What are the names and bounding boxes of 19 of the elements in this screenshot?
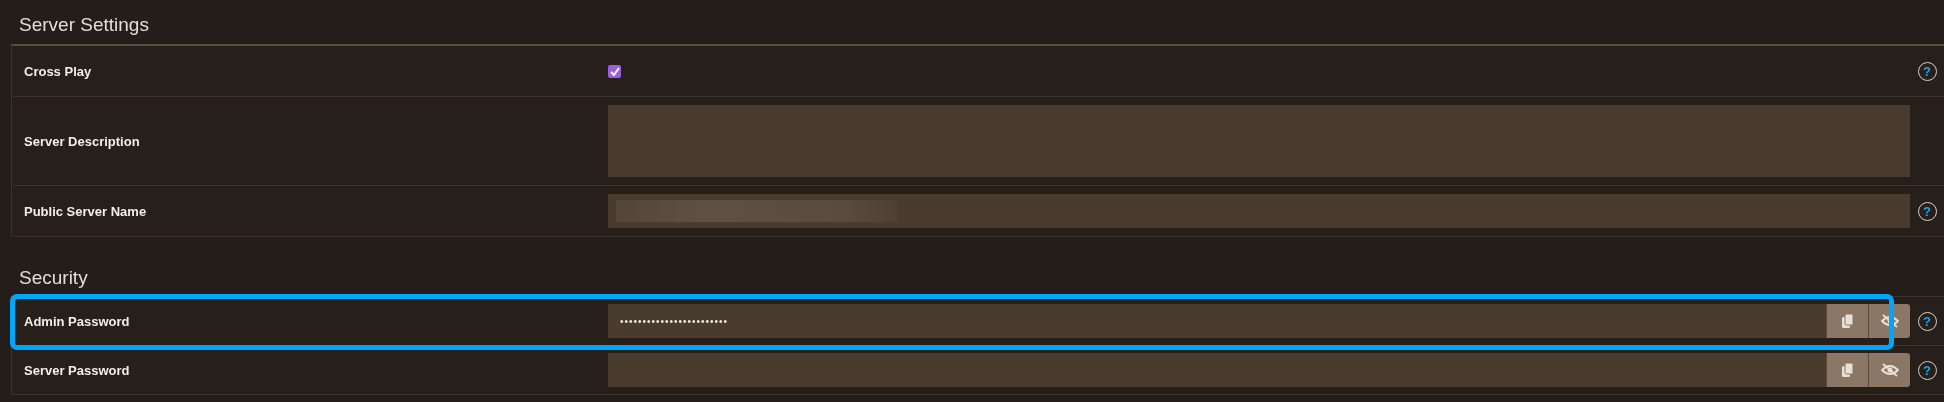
show-password-button[interactable] bbox=[1868, 304, 1910, 338]
copy-icon bbox=[1840, 313, 1855, 329]
field-label: Cross Play bbox=[23, 63, 93, 79]
eye-slash-icon bbox=[1880, 363, 1899, 377]
copy-icon bbox=[1840, 362, 1855, 378]
text-field[interactable] bbox=[608, 194, 1910, 228]
section-title: Server Settings bbox=[18, 13, 150, 37]
field-label: Server Description bbox=[23, 133, 141, 149]
password-field[interactable] bbox=[608, 353, 1826, 387]
field-label: Public Server Name bbox=[23, 203, 148, 219]
copy-button[interactable] bbox=[1826, 353, 1868, 387]
show-password-button[interactable] bbox=[1868, 353, 1910, 387]
copy-button[interactable] bbox=[1826, 304, 1868, 338]
section-title: Security bbox=[18, 266, 89, 290]
field-label: Server Password bbox=[23, 362, 131, 378]
eye-slash-icon bbox=[1880, 314, 1899, 328]
checkbox[interactable] bbox=[608, 64, 621, 78]
password-field[interactable]: •••••••••••••••••••••••• bbox=[608, 304, 1826, 338]
field-label: Admin Password bbox=[23, 313, 131, 329]
